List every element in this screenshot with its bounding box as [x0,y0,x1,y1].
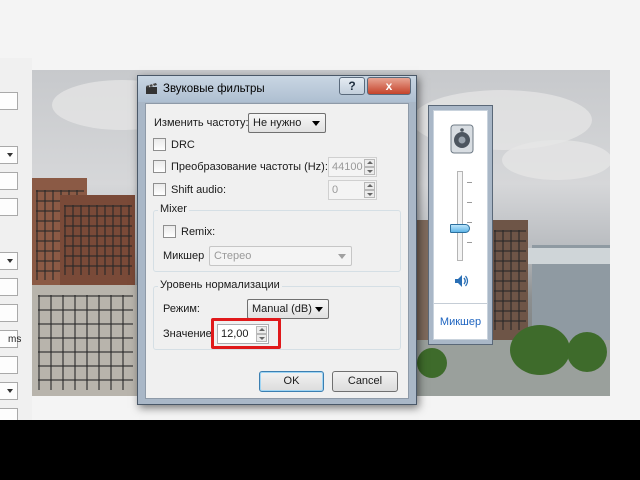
mode-label: Режим: [163,303,200,315]
drc-checkbox[interactable] [153,138,166,151]
mixer-channel-value: Стерео [214,250,252,262]
change-rate-label: Изменить частоту: [154,117,249,129]
value-label: Значение [163,328,212,340]
spin-down-icon[interactable] [364,167,375,175]
tree [510,325,570,375]
host-input[interactable] [0,356,18,374]
host-input[interactable] [0,408,18,420]
tree [417,348,447,378]
resample-checkbox[interactable] [153,160,166,173]
mode-dropdown[interactable]: Manual (dB) [247,299,329,319]
help-button[interactable]: ? [339,77,365,95]
spin-down-icon[interactable] [364,190,375,198]
host-dropdown[interactable] [0,146,18,164]
resample-stepper[interactable]: 44100 [328,157,377,177]
change-rate-value: Не нужно [253,117,302,129]
remix-label: Remix: [181,226,216,238]
ok-button[interactable]: OK [259,371,324,392]
tree [567,332,607,372]
shift-audio-value: 0 [332,184,339,196]
change-rate-dropdown[interactable]: Не нужно [248,113,326,133]
speaker-volume-icon[interactable] [454,274,470,288]
shift-audio-checkbox[interactable] [153,183,166,196]
host-input[interactable] [0,278,18,296]
screenshot: ms Звуковые фильтры ? x Изменить частоту… [0,0,640,480]
host-left-panel: ms [0,58,32,420]
shift-audio-label: Shift audio: [171,184,227,196]
red-highlight-box [211,318,281,349]
dialog-title: Звуковые фильтры [163,83,265,95]
cancel-button[interactable]: Cancel [332,371,398,392]
drc-label: DRC [171,139,195,151]
host-dropdown[interactable] [0,252,18,270]
audio-filters-dialog: Звуковые фильтры ? x Изменить частоту: Н… [137,75,417,405]
stadium-roof [528,248,610,264]
building-windows [38,295,133,390]
host-input[interactable] [0,198,18,216]
volume-mixer-panel: Микшер [428,105,493,345]
host-button[interactable] [0,92,18,110]
dialog-titlebar[interactable]: Звуковые фильтры ? x [138,76,416,102]
building-windows [64,205,132,275]
host-input[interactable] [0,304,18,322]
close-button[interactable]: x [367,77,411,95]
volume-mixer-body: Микшер [433,110,488,340]
host-dropdown[interactable] [0,382,18,400]
chevron-down-icon [312,121,320,126]
normalize-group-title: Уровень нормализации [158,279,282,291]
speaker-device-icon[interactable] [449,124,475,154]
desktop-screen: ms Звуковые фильтры ? x Изменить частоту… [0,0,640,420]
host-input[interactable] [0,172,18,190]
mode-value: Manual (dB) [252,303,312,315]
mixer-group-title: Mixer [158,203,189,215]
volume-slider-track[interactable] [457,171,472,261]
clapperboard-icon [145,82,158,95]
shift-audio-stepper[interactable]: 0 [328,180,377,200]
resample-value: 44100 [332,161,363,173]
chevron-down-icon [338,254,346,259]
remix-checkbox[interactable] [163,225,176,238]
building-windows [494,230,526,330]
host-units-label: ms [8,334,22,345]
dialog-client-area: Изменить частоту: Не нужно DRC Преобразо… [145,103,409,399]
resample-label: Преобразование частоты (Hz): [171,161,328,173]
mixer-channel-dropdown[interactable]: Стерео [209,246,352,266]
mixer-link[interactable]: Микшер [434,316,487,328]
chevron-down-icon [315,307,323,312]
cloud [502,140,610,180]
mixer-channel-label: Микшер [163,250,205,262]
spin-up-icon[interactable] [364,159,375,167]
spin-up-icon[interactable] [364,182,375,190]
volume-slider-thumb[interactable] [450,223,470,233]
